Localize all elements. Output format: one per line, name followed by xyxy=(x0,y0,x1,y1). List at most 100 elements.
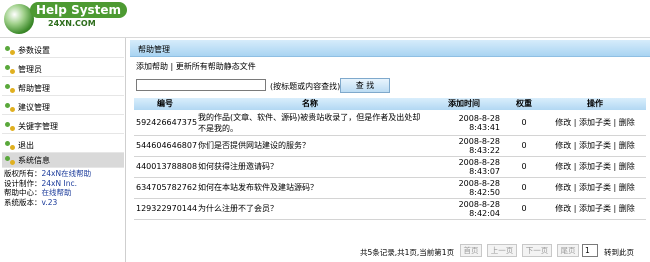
pagination: 共5条记录,共1页,当前第1页 首页 上一页 下一页 尾页 1 转到此页 xyxy=(360,244,650,258)
cell-actions: 修改 | 添加子类 | 删除 xyxy=(544,198,646,220)
edit-link[interactable]: 修改 xyxy=(555,141,571,150)
panel-title: 帮助管理 xyxy=(138,45,170,54)
link-separator: | xyxy=(170,62,174,71)
update-static-link[interactable]: 更新所有帮助静态文件 xyxy=(176,62,256,71)
op-separator: | xyxy=(613,162,617,171)
cell-weight: 0 xyxy=(504,198,544,220)
cell-name[interactable]: 为什么注册不了会员？ xyxy=(196,198,424,220)
goto-page-link[interactable]: 转到此页 xyxy=(604,247,634,258)
edit-link[interactable]: 修改 xyxy=(555,118,571,127)
cell-name[interactable]: 你们是否提供网站建设的服务？ xyxy=(196,135,424,157)
design-key: 设计制作： xyxy=(4,178,42,188)
cell-actions: 修改 | 添加子类 | 删除 xyxy=(544,110,646,136)
add-child-link[interactable]: 添加子类 xyxy=(579,162,611,171)
help-table: 编号 名称 添加时间 权重 操作 592426647375 我的作品(文章、软件… xyxy=(134,98,646,220)
cell-id: 592426647375 xyxy=(134,110,197,136)
cell-id: 544604646807 xyxy=(134,135,197,157)
cell-id: 440013788808 xyxy=(134,156,197,178)
sidebar-item-logout[interactable]: 退出 xyxy=(2,138,124,153)
pagination-info: 共5条记录,共1页,当前第1页 xyxy=(360,248,455,257)
sidebar-item-label: 建议管理 xyxy=(18,103,50,112)
sidebar-item-label: 系统信息 xyxy=(18,156,50,165)
cell-weight: 0 xyxy=(504,156,544,178)
sidebar: 参数设置 管理员 帮助管理 建议管理 关键字管理 退出 系统信息 版权所有：24… xyxy=(0,38,126,262)
header: Help System 24XN.COM xyxy=(0,0,650,38)
sidebar-item-sysinfo[interactable]: 系统信息 xyxy=(2,153,124,168)
next-page-button[interactable]: 下一页 xyxy=(522,244,552,257)
add-child-link[interactable]: 添加子类 xyxy=(579,183,611,192)
table-row: 634705782762 如何在本站发布软件及建站源码？ 2008-8-28 8… xyxy=(134,177,646,199)
sidebar-item-label: 管理员 xyxy=(18,65,42,74)
info-icon xyxy=(5,156,15,165)
delete-link[interactable]: 删除 xyxy=(619,141,635,150)
add-child-link[interactable]: 添加子类 xyxy=(579,204,611,213)
column-header-id: 编号 xyxy=(134,98,196,111)
cell-time: 2008-8-28 8:42:50 xyxy=(424,177,504,199)
version-key: 系统版本： xyxy=(4,197,42,207)
cell-name[interactable]: 如何获得注册邀请码？ xyxy=(196,156,424,178)
op-separator: | xyxy=(613,183,617,192)
table-row: 440013788808 如何获得注册邀请码？ 2008-8-28 8:43:0… xyxy=(134,156,646,178)
copyright-key: 版权所有： xyxy=(4,169,42,178)
center-key: 帮助中心： xyxy=(4,188,42,197)
op-separator: | xyxy=(613,141,617,150)
table-row: 129322970144 为什么注册不了会员？ 2008-8-28 8:42:0… xyxy=(134,198,646,220)
table-row: 544604646807 你们是否提供网站建设的服务？ 2008-8-28 8:… xyxy=(134,135,646,157)
delete-link[interactable]: 删除 xyxy=(619,118,635,127)
sidebar-item-suggestions[interactable]: 建议管理 xyxy=(2,100,124,115)
last-page-button[interactable]: 尾页 xyxy=(557,244,579,257)
cell-time: 2008-8-28 8:42:04 xyxy=(424,198,504,220)
main-content: 帮助管理 添加帮助 | 更新所有帮助静态文件 (按标题或内容查找) 查 找 编号… xyxy=(130,38,650,262)
op-separator: | xyxy=(573,162,577,171)
sidebar-item-settings[interactable]: 参数设置 xyxy=(2,43,124,58)
action-links: 添加帮助 | 更新所有帮助静态文件 xyxy=(136,61,256,72)
sidebar-item-admin[interactable]: 管理员 xyxy=(2,62,124,77)
search-button[interactable]: 查 找 xyxy=(340,78,390,93)
search-hint: (按标题或内容查找) xyxy=(270,82,341,91)
op-separator: | xyxy=(613,204,617,213)
cell-time: 2008-8-28 8:43:41 xyxy=(424,110,504,136)
delete-link[interactable]: 删除 xyxy=(619,183,635,192)
edit-link[interactable]: 修改 xyxy=(555,204,571,213)
sidebar-item-help[interactable]: 帮助管理 xyxy=(2,81,124,96)
cell-actions: 修改 | 添加子类 | 删除 xyxy=(544,135,646,157)
copyright-value: 24xN在线帮助 xyxy=(41,169,92,178)
op-separator: | xyxy=(573,183,577,192)
cell-weight: 0 xyxy=(504,177,544,199)
cell-name[interactable]: 我的作品(文章、软件、源码)被贵站收录了，但是作者及出处却不是我的。 xyxy=(196,110,424,136)
delete-link[interactable]: 删除 xyxy=(619,204,635,213)
edit-link[interactable]: 修改 xyxy=(555,162,571,171)
keyword-icon xyxy=(5,122,15,131)
delete-link[interactable]: 删除 xyxy=(619,162,635,171)
column-header-time: 添加时间 xyxy=(424,98,504,111)
panel-header: 帮助管理 xyxy=(130,40,650,57)
op-separator: | xyxy=(573,204,577,213)
sidebar-item-label: 帮助管理 xyxy=(18,84,50,93)
first-page-button[interactable]: 首页 xyxy=(460,244,482,257)
admin-icon xyxy=(5,65,15,74)
sidebar-item-label: 关键字管理 xyxy=(18,122,58,131)
table-row: 592426647375 我的作品(文章、软件、源码)被贵站收录了，但是作者及出… xyxy=(134,110,646,136)
prev-page-button[interactable]: 上一页 xyxy=(487,244,517,257)
add-child-link[interactable]: 添加子类 xyxy=(579,141,611,150)
op-separator: | xyxy=(613,118,617,127)
settings-icon xyxy=(5,46,15,55)
cell-weight: 0 xyxy=(504,135,544,157)
add-help-link[interactable]: 添加帮助 xyxy=(136,62,168,71)
edit-link[interactable]: 修改 xyxy=(555,183,571,192)
cell-time: 2008-8-28 8:43:22 xyxy=(424,135,504,157)
add-child-link[interactable]: 添加子类 xyxy=(579,118,611,127)
page-number-input[interactable]: 1 xyxy=(582,244,598,257)
table-header-row: 编号 名称 添加时间 权重 操作 xyxy=(134,98,646,111)
version-value: v.23 xyxy=(41,197,58,207)
search-input[interactable] xyxy=(136,79,266,91)
system-info: 版权所有：24xN在线帮助 设计制作：24xN Inc. 帮助中心：在线帮助 系… xyxy=(4,169,124,207)
sidebar-item-keywords[interactable]: 关键字管理 xyxy=(2,119,124,134)
op-separator: | xyxy=(573,141,577,150)
column-header-actions: 操作 xyxy=(544,98,646,111)
cell-id: 634705782762 xyxy=(134,177,197,199)
design-value: 24xN Inc. xyxy=(41,178,77,188)
suggestion-icon xyxy=(5,103,15,112)
logo[interactable]: Help System 24XN.COM xyxy=(4,2,128,36)
cell-name[interactable]: 如何在本站发布软件及建站源码？ xyxy=(196,177,424,199)
